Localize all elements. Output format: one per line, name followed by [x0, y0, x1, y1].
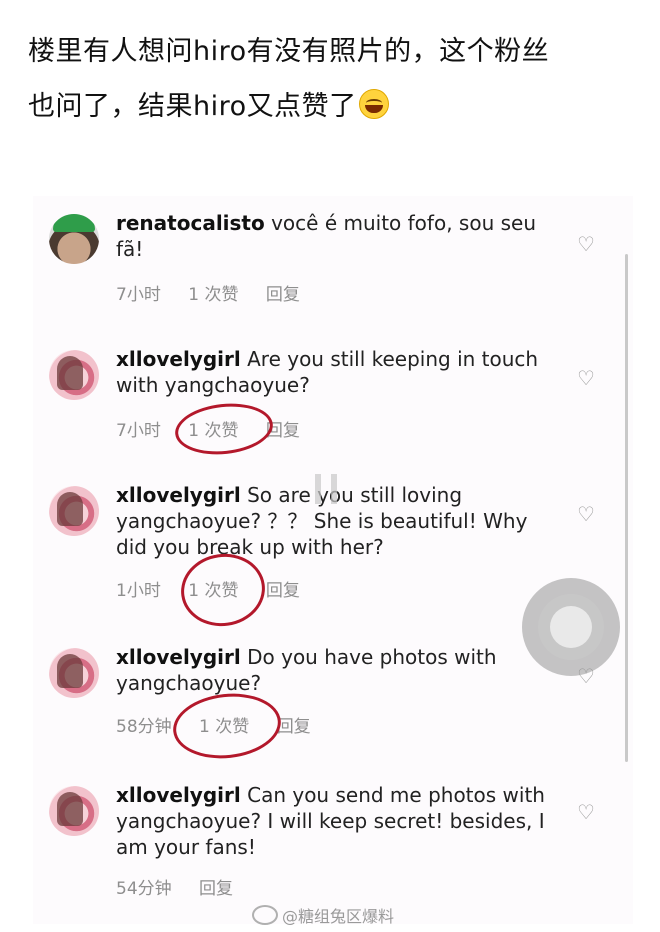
caption-line-1: 楼里有人想问hiro有没有照片的，这个粉丝 — [28, 36, 550, 67]
comment-meta: 7小时 1 次赞 回复 — [116, 280, 322, 305]
comment-time: 58分钟 — [116, 717, 172, 737]
comment-username[interactable]: xllovelygirl — [116, 347, 241, 371]
like-heart-icon[interactable]: ♡ — [575, 234, 597, 254]
like-heart-icon[interactable]: ♡ — [575, 802, 597, 822]
laughing-tears-emoji-icon — [358, 89, 389, 119]
like-heart-icon[interactable]: ♡ — [575, 368, 597, 388]
reply-button[interactable]: 回复 — [266, 416, 300, 441]
reply-button[interactable]: 回复 — [266, 280, 300, 305]
comment-meta: 54分钟 回复 — [116, 874, 255, 899]
comment-text: renatocalisto você é muito fofo, sou seu… — [116, 210, 546, 262]
comment-meta: 1小时 1 次赞 回复 — [116, 576, 322, 601]
post-caption: 楼里有人想问hiro有没有照片的，这个粉丝 也问了，结果hiro又点赞了 — [28, 24, 638, 134]
scrollbar[interactable] — [625, 254, 628, 762]
comment-meta: 7小时 1 次赞 回复 — [116, 416, 322, 441]
avatar[interactable] — [49, 486, 99, 536]
reply-button[interactable]: 回复 — [266, 576, 300, 601]
caption-line-2: 也问了，结果hiro又点赞了 — [28, 79, 638, 134]
watermark-text: @糖组兔区爆料 — [282, 907, 395, 926]
comment-username[interactable]: xllovelygirl — [116, 483, 241, 507]
comment-time: 1小时 — [116, 581, 161, 601]
comment-time: 7小时 — [116, 285, 161, 305]
assistive-touch-button[interactable] — [522, 578, 620, 676]
comment-text: xllovelygirl Are you still keeping in to… — [116, 346, 546, 398]
comment-text: xllovelygirl Can you send me photos with… — [116, 782, 546, 860]
reply-button[interactable]: 回复 — [277, 712, 311, 737]
weibo-watermark: @糖组兔区爆料 — [252, 903, 394, 927]
avatar[interactable] — [49, 350, 99, 400]
comment-time: 7小时 — [116, 421, 161, 441]
avatar[interactable] — [49, 648, 99, 698]
comments-screenshot: renatocalisto você é muito fofo, sou seu… — [33, 196, 633, 924]
reply-button[interactable]: 回复 — [199, 874, 233, 899]
comment-username[interactable]: xllovelygirl — [116, 645, 241, 669]
comment-likes[interactable]: 1 次赞 — [188, 280, 238, 305]
avatar[interactable] — [49, 786, 99, 836]
avatar[interactable] — [49, 214, 99, 264]
comment-likes[interactable]: 1 次赞 — [188, 416, 238, 441]
comment-username[interactable]: xllovelygirl — [116, 783, 241, 807]
caption-line-2-text: 也问了，结果hiro又点赞了 — [28, 91, 357, 122]
like-heart-icon[interactable]: ♡ — [575, 504, 597, 524]
comment-time: 54分钟 — [116, 879, 172, 899]
comment-text: xllovelygirl Do you have photos with yan… — [116, 644, 546, 696]
comment-likes[interactable]: 1 次赞 — [199, 712, 249, 737]
comment-likes[interactable]: 1 次赞 — [188, 576, 238, 601]
pause-overlay-icon — [315, 474, 337, 504]
comment-meta: 58分钟 1 次赞 回复 — [116, 712, 333, 737]
weibo-logo-icon — [252, 905, 278, 925]
comment-username[interactable]: renatocalisto — [116, 211, 265, 235]
